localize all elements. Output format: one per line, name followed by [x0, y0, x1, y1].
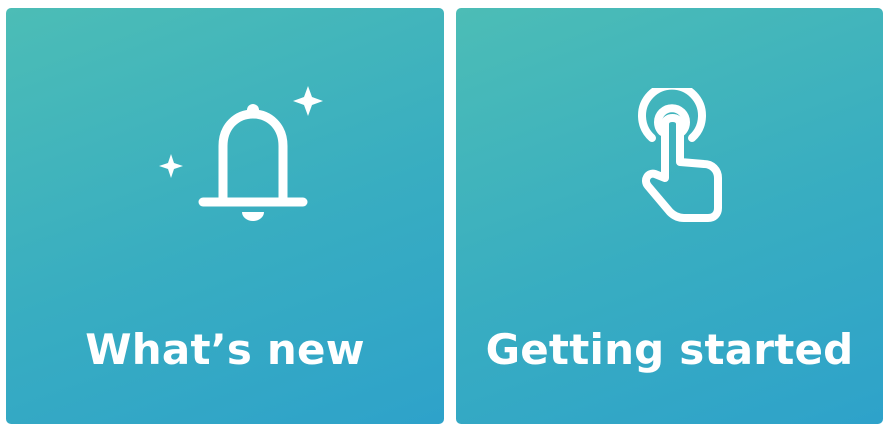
whats-new-label: What’s new	[85, 325, 365, 374]
whats-new-tile[interactable]: What’s new	[6, 8, 444, 424]
quick-links-grid: What’s new Getting started	[0, 0, 883, 426]
tap-hand-icon	[637, 88, 722, 222]
getting-started-tile[interactable]: Getting started	[456, 8, 883, 424]
getting-started-label: Getting started	[485, 325, 854, 374]
bell-sparkle-icon	[159, 86, 323, 221]
